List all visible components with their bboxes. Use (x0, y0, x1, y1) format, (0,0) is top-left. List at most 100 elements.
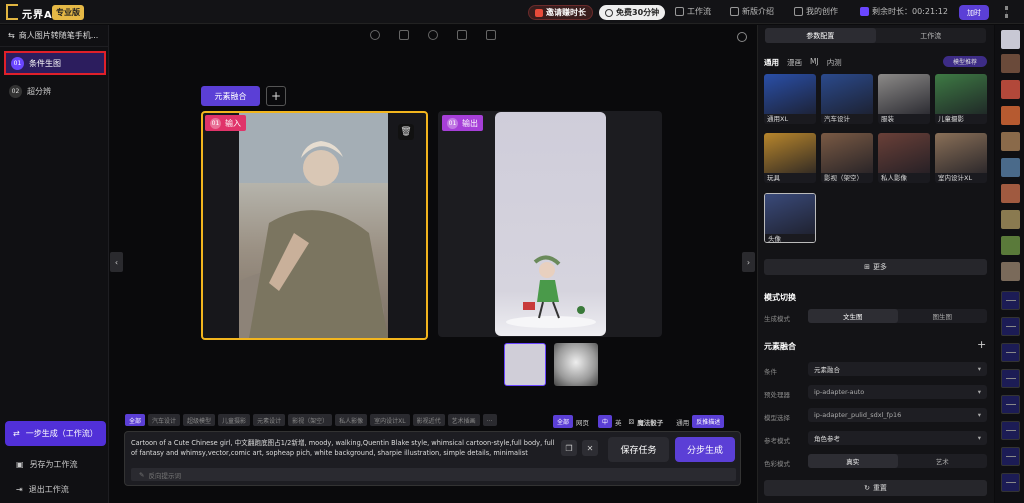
save-as-workflow-button[interactable]: ▣ 另存为工作流 (16, 459, 78, 470)
history-thumbnail[interactable] (1001, 80, 1020, 99)
model-card[interactable]: 影视（架空） (821, 133, 873, 183)
exit-workflow-button[interactable]: ⇥ 退出工作流 (16, 484, 69, 495)
cloud-icon[interactable] (370, 30, 380, 40)
dice-icon[interactable]: ⚄ (629, 418, 635, 426)
output-thumbnail-2[interactable] (554, 343, 598, 386)
history-placeholder[interactable] (1001, 473, 1020, 492)
zh-toggle[interactable]: 中 (598, 415, 613, 428)
cat-mj[interactable]: MJ (810, 57, 819, 68)
more-models-button[interactable]: ⊞ 更多 (764, 259, 987, 275)
model-label: 室内设计XL (935, 173, 987, 183)
clear-icon[interactable]: ✕ (582, 440, 598, 456)
condition-select[interactable]: 元素融合 ▾ (808, 362, 987, 376)
history-thumbnail[interactable] (1001, 132, 1020, 151)
cat-general[interactable]: 通用 (764, 57, 779, 68)
ref-mode-select[interactable]: 角色参考 ▾ (808, 431, 987, 445)
more-menu-icon[interactable] (1005, 6, 1008, 18)
chip[interactable]: 私人影像 (335, 414, 368, 426)
model-card[interactable]: 儿童摄影 (935, 74, 987, 124)
model-card[interactable]: 头像 (764, 193, 816, 243)
collapse-right-arrow-icon[interactable]: › (742, 252, 755, 272)
model-card[interactable]: 玩具 (764, 133, 816, 183)
step-conditional-gen[interactable]: 01 条件生图 (4, 51, 106, 75)
chip[interactable]: … (482, 414, 497, 426)
history-thumbnail[interactable] (1001, 262, 1020, 281)
nav-workflow[interactable]: 工作流 (675, 6, 711, 17)
chip[interactable]: 室内设计XL (370, 414, 410, 426)
history-thumbnail[interactable] (1001, 210, 1020, 229)
history-placeholder[interactable] (1001, 421, 1020, 440)
tab-workflow[interactable]: 工作流 (876, 28, 987, 43)
back-icon[interactable]: ⇆ (8, 31, 15, 40)
free-time-button[interactable]: 免费30分钟 (599, 5, 666, 20)
history-placeholder[interactable] (1001, 447, 1020, 466)
trash-icon[interactable]: 🗑 (398, 124, 414, 140)
tab-params[interactable]: 参数配置 (765, 28, 876, 43)
model-thumbnail (878, 74, 930, 114)
nav-new-features[interactable]: 新版介绍 (730, 6, 774, 17)
model-select[interactable]: ip-adapter_pulid_sdxl_fp16 ▾ (808, 408, 987, 422)
history-thumbnail[interactable] (1001, 184, 1020, 203)
collapse-left-arrow-icon[interactable]: ‹ (110, 252, 123, 272)
chip[interactable]: 汽车设计 (148, 414, 181, 426)
hand-icon[interactable] (457, 30, 467, 40)
cat-comic[interactable]: 漫画 (787, 57, 802, 68)
history-thumbnail[interactable] (1001, 236, 1020, 255)
history-placeholder[interactable] (1001, 291, 1020, 310)
mode-img2img[interactable]: 图生图 (898, 309, 988, 323)
info-icon[interactable] (737, 32, 747, 42)
step-generate-button[interactable]: 分步生成 (675, 437, 735, 462)
history-placeholder[interactable] (1001, 317, 1020, 336)
all-toggle[interactable]: 全部 (553, 415, 574, 428)
general-select[interactable]: 通用 (676, 417, 689, 427)
magic-dice-button[interactable]: 魔法骰子 (637, 417, 663, 427)
one-step-generate-button[interactable]: ⇄ 一步生成（工作流） (5, 421, 106, 446)
history-thumbnail[interactable] (1001, 54, 1020, 73)
project-title[interactable]: ⇆ 商人图片转随笔手机... (8, 30, 98, 41)
save-task-button[interactable]: 保存任务 (608, 437, 669, 462)
color-mode-real[interactable]: 真实 (808, 454, 898, 468)
history-thumbnail[interactable] (1001, 30, 1020, 49)
chip[interactable]: 全部 (125, 414, 146, 426)
chip[interactable]: 超级模型 (183, 414, 216, 426)
cat-beta[interactable]: 内测 (827, 57, 842, 68)
step-super-resolution[interactable]: 02 超分辨 (4, 79, 106, 103)
chip[interactable]: 艺术插画 (447, 414, 480, 426)
color-mode-art[interactable]: 艺术 (898, 454, 988, 468)
chip[interactable]: 儿童摄影 (218, 414, 251, 426)
negative-prompt-input[interactable]: ✎ 反向提示词 (131, 468, 736, 481)
chip[interactable]: 元素设计 (253, 414, 286, 426)
element-fusion-button[interactable]: 元素融合 (201, 86, 260, 106)
copy-icon[interactable]: ❐ (561, 440, 577, 456)
reverse-prompt-button[interactable]: 反推描述 (692, 415, 725, 428)
chip[interactable]: 影视（架空） (288, 414, 333, 426)
model-card[interactable]: 服装 (878, 74, 930, 124)
en-toggle[interactable]: 英 (615, 417, 622, 427)
history-placeholder[interactable] (1001, 343, 1020, 362)
model-card[interactable]: 室内设计XL (935, 133, 987, 183)
preprocessor-select[interactable]: ip-adapter-auto ▾ (808, 385, 987, 399)
history-thumbnail[interactable] (1001, 106, 1020, 125)
mode-text2img[interactable]: 文生图 (808, 309, 898, 323)
prompt-input[interactable]: Cartoon of a Cute Chinese girl, 中文翻跑底图占1… (131, 438, 556, 458)
recharge-button[interactable]: 加时 (959, 5, 989, 20)
model-recommend-button[interactable]: 模型推荐 (943, 56, 987, 67)
add-node-button[interactable]: + (266, 86, 286, 106)
history-thumbnail[interactable] (1001, 158, 1020, 177)
add-element-icon[interactable]: + (977, 338, 986, 351)
output-thumbnail-1[interactable] (504, 343, 546, 386)
model-card[interactable]: 私人影像 (878, 133, 930, 183)
reset-button[interactable]: ↻ 重置 (764, 480, 987, 496)
chip[interactable]: 影视近代 (412, 414, 445, 426)
layout-icon[interactable] (399, 30, 409, 40)
model-card[interactable]: 汽车设计 (821, 74, 873, 124)
nav-my-works[interactable]: 我的创作 (794, 6, 838, 17)
history-placeholder[interactable] (1001, 369, 1020, 388)
quick-toggle[interactable]: 网页 (576, 417, 589, 427)
fullscreen-icon[interactable] (486, 30, 496, 40)
invite-button[interactable]: 邀请赚时长 (528, 5, 593, 20)
model-card[interactable]: 通用XL (764, 74, 816, 124)
right-tabs: 参数配置 工作流 (765, 28, 986, 43)
history-placeholder[interactable] (1001, 395, 1020, 414)
clock-icon[interactable] (428, 30, 438, 40)
